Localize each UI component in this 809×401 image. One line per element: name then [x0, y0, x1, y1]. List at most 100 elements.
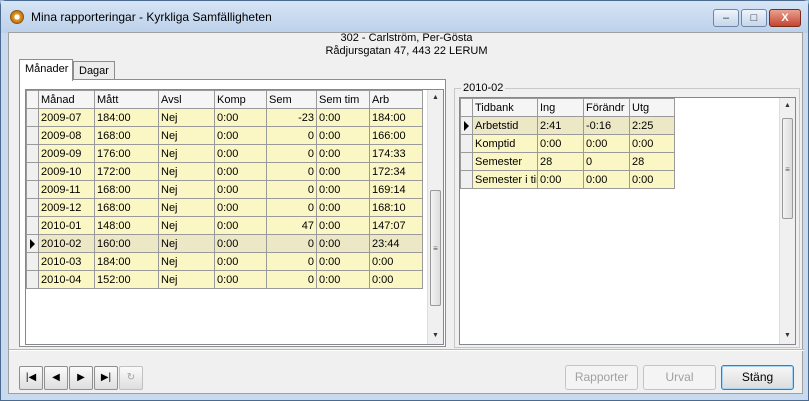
- months-cell[interactable]: 148:00: [94, 216, 159, 235]
- title-bar[interactable]: Mina rapporteringar - Kyrkliga Samfällig…: [1, 1, 808, 33]
- detail-cell[interactable]: Arbetstid: [472, 116, 538, 135]
- months-cell[interactable]: Nej: [158, 234, 215, 253]
- detail-cell[interactable]: 0:00: [629, 134, 675, 153]
- months-cell[interactable]: 0:00: [316, 234, 370, 253]
- months-cell[interactable]: 168:00: [94, 198, 159, 217]
- months-cell[interactable]: 168:00: [94, 126, 159, 145]
- detail-cell[interactable]: -0:16: [583, 116, 630, 135]
- months-cell[interactable]: 2009-09: [38, 144, 95, 163]
- months-cell[interactable]: 184:00: [369, 108, 423, 127]
- months-column-header[interactable]: Arb: [369, 90, 423, 109]
- months-cell[interactable]: 0:00: [316, 198, 370, 217]
- months-cell[interactable]: Nej: [158, 216, 215, 235]
- months-cell[interactable]: 160:00: [94, 234, 159, 253]
- months-cell[interactable]: 2009-08: [38, 126, 95, 145]
- detail-cell[interactable]: 0:00: [583, 170, 630, 189]
- scroll-down-arrow[interactable]: ▼: [428, 328, 443, 344]
- months-cell[interactable]: 0:00: [214, 126, 267, 145]
- tab-dagar[interactable]: Dagar: [73, 61, 115, 81]
- detail-column-header[interactable]: Utg: [629, 98, 675, 117]
- months-cell[interactable]: 2009-12: [38, 198, 95, 217]
- months-cell[interactable]: 176:00: [94, 144, 159, 163]
- months-scrollbar[interactable]: ▲ ≡ ▼: [427, 90, 443, 344]
- months-cell[interactable]: 0: [266, 198, 317, 217]
- months-cell[interactable]: 0:00: [316, 216, 370, 235]
- first-record-button[interactable]: |◀: [19, 366, 43, 390]
- months-cell[interactable]: 0: [266, 144, 317, 163]
- minimize-button[interactable]: –: [713, 9, 739, 27]
- row-selector[interactable]: [26, 234, 39, 253]
- months-cell[interactable]: 169:14: [369, 180, 423, 199]
- detail-cell[interactable]: 28: [629, 152, 675, 171]
- months-cell[interactable]: 0: [266, 252, 317, 271]
- months-cell[interactable]: 184:00: [94, 252, 159, 271]
- detail-cell[interactable]: Komptid: [472, 134, 538, 153]
- months-cell[interactable]: Nej: [158, 198, 215, 217]
- months-cell[interactable]: 0:00: [316, 162, 370, 181]
- months-cell[interactable]: 166:00: [369, 126, 423, 145]
- detail-cell[interactable]: Semester i tir: [472, 170, 538, 189]
- months-cell[interactable]: 0:00: [214, 252, 267, 271]
- close-button[interactable]: Stäng: [721, 365, 794, 390]
- months-cell[interactable]: 0:00: [214, 198, 267, 217]
- months-cell[interactable]: 0:00: [316, 180, 370, 199]
- months-cell[interactable]: Nej: [158, 180, 215, 199]
- months-column-header[interactable]: Sem tim: [316, 90, 370, 109]
- row-selector[interactable]: [460, 134, 473, 153]
- months-cell[interactable]: Nej: [158, 252, 215, 271]
- row-selector[interactable]: [26, 252, 39, 271]
- months-cell[interactable]: 2010-02: [38, 234, 95, 253]
- detail-column-header[interactable]: Förändr: [583, 98, 630, 117]
- months-row[interactable]: 2010-01 148:00 Nej 0:00 47 0:00 147:07: [26, 216, 423, 235]
- months-cell[interactable]: 0:00: [316, 144, 370, 163]
- scroll-up-arrow[interactable]: ▲: [428, 90, 443, 106]
- report-button[interactable]: Rapporter: [565, 365, 638, 390]
- detail-row[interactable]: Komptid 0:00 0:00 0:00: [460, 134, 675, 153]
- months-cell[interactable]: Nej: [158, 270, 215, 289]
- refresh-icon[interactable]: ↻: [119, 366, 143, 390]
- months-cell[interactable]: 174:33: [369, 144, 423, 163]
- row-selector[interactable]: [460, 152, 473, 171]
- detail-row[interactable]: Semester i tir 0:00 0:00 0:00: [460, 170, 675, 189]
- months-cell[interactable]: 172:00: [94, 162, 159, 181]
- months-cell[interactable]: 0: [266, 270, 317, 289]
- detail-scroll-down-arrow[interactable]: ▼: [780, 328, 795, 344]
- detail-cell[interactable]: 0:00: [537, 170, 584, 189]
- detail-scroll-up-arrow[interactable]: ▲: [780, 98, 795, 114]
- months-cell[interactable]: 23:44: [369, 234, 423, 253]
- months-cell[interactable]: 0:00: [214, 144, 267, 163]
- last-record-button[interactable]: ▶|: [94, 366, 118, 390]
- scroll-thumb[interactable]: ≡: [430, 190, 441, 306]
- months-column-header[interactable]: Mått: [94, 90, 159, 109]
- months-row[interactable]: 2009-09 176:00 Nej 0:00 0 0:00 174:33: [26, 144, 423, 163]
- row-selector[interactable]: [26, 144, 39, 163]
- row-selector[interactable]: [26, 108, 39, 127]
- detail-cell[interactable]: 0:00: [583, 134, 630, 153]
- row-selector[interactable]: [26, 216, 39, 235]
- detail-cell[interactable]: 0: [583, 152, 630, 171]
- detail-row[interactable]: Semester 28 0 28: [460, 152, 675, 171]
- months-cell[interactable]: Nej: [158, 126, 215, 145]
- months-cell[interactable]: 2010-03: [38, 252, 95, 271]
- months-cell[interactable]: 0:00: [316, 126, 370, 145]
- detail-cell[interactable]: Semester: [472, 152, 538, 171]
- months-cell[interactable]: 0:00: [316, 270, 370, 289]
- detail-cell[interactable]: 0:00: [629, 170, 675, 189]
- row-selector[interactable]: [460, 170, 473, 189]
- months-cell[interactable]: 0:00: [214, 216, 267, 235]
- close-window-button[interactable]: X: [769, 9, 801, 27]
- months-cell[interactable]: 0: [266, 180, 317, 199]
- row-selector[interactable]: [26, 126, 39, 145]
- months-cell[interactable]: 0:00: [214, 270, 267, 289]
- detail-column-header[interactable]: Ing: [537, 98, 584, 117]
- detail-cell[interactable]: 0:00: [537, 134, 584, 153]
- row-selector[interactable]: [26, 270, 39, 289]
- detail-scroll-thumb[interactable]: ≡: [782, 118, 793, 219]
- row-selector[interactable]: [26, 198, 39, 217]
- months-cell[interactable]: 0:00: [214, 162, 267, 181]
- previous-record-button[interactable]: ◀: [44, 366, 68, 390]
- months-cell[interactable]: Nej: [158, 108, 215, 127]
- select-button[interactable]: Urval: [643, 365, 716, 390]
- months-column-header[interactable]: Sem: [266, 90, 317, 109]
- months-cell[interactable]: 2009-10: [38, 162, 95, 181]
